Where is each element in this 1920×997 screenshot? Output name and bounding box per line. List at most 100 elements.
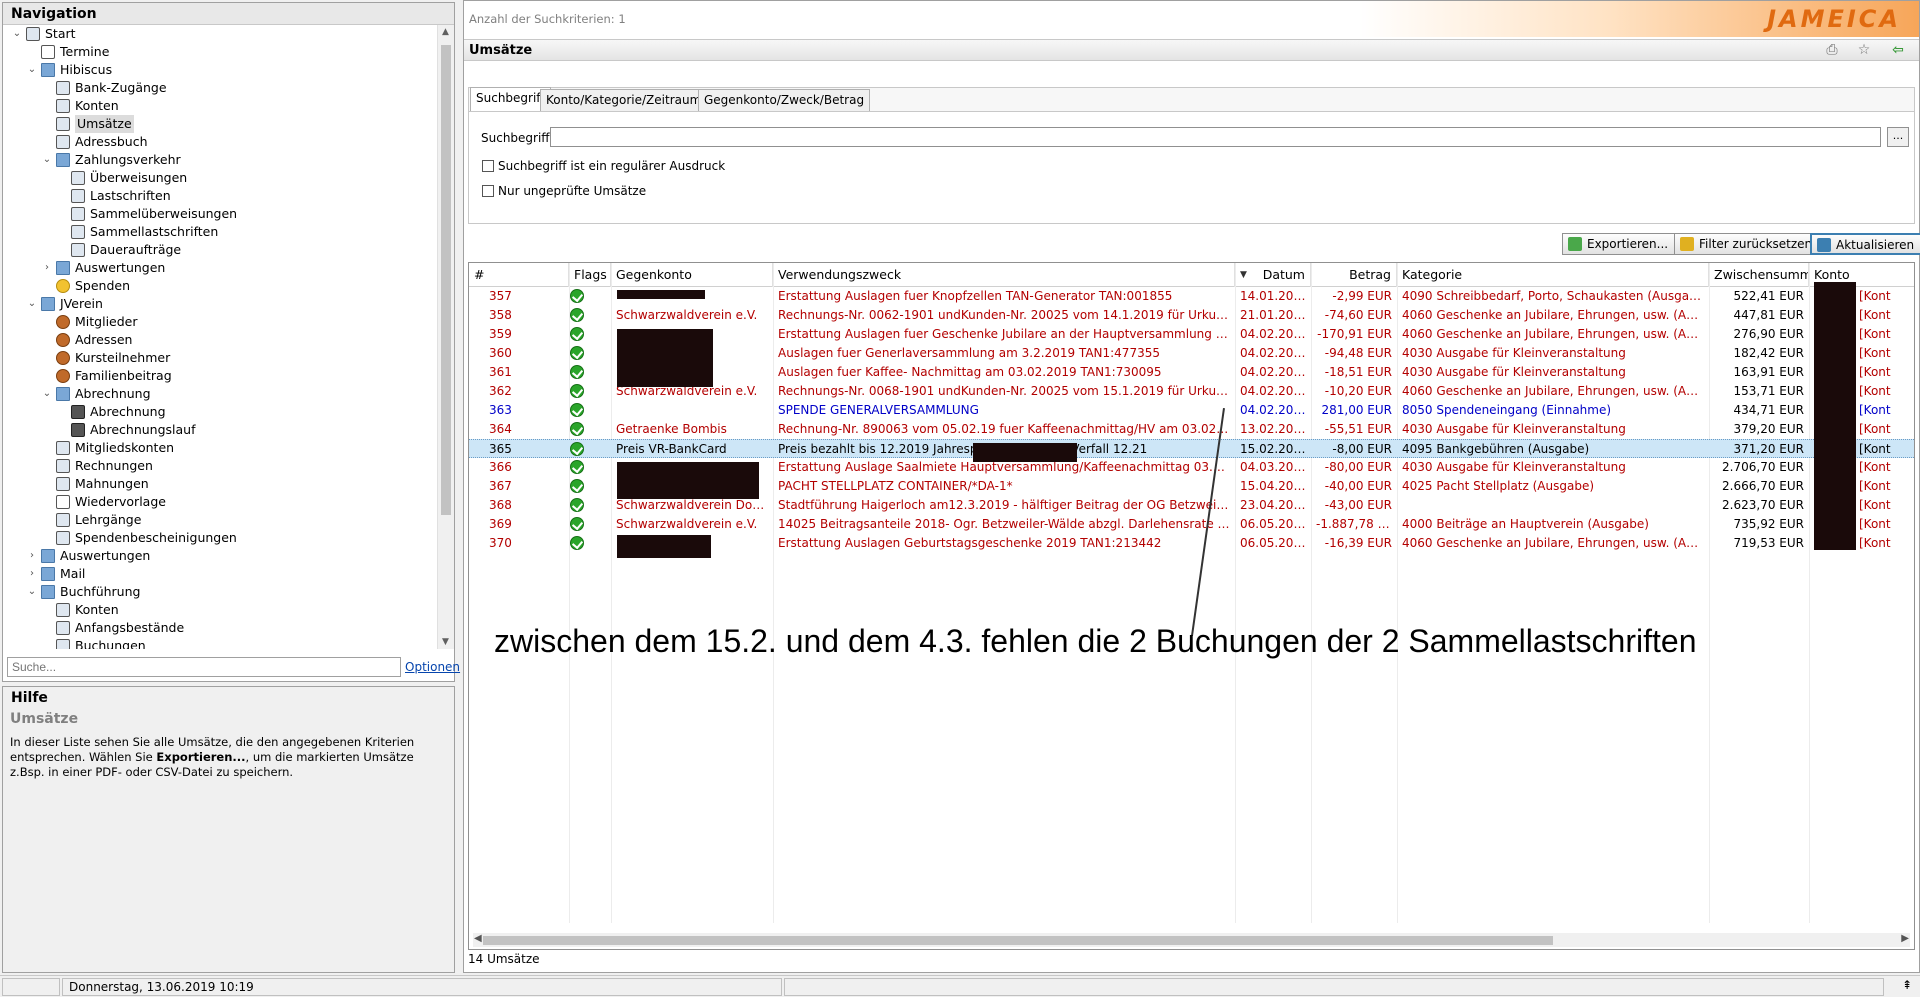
table-row[interactable]: 358 Schwarzwaldverein e.V. Rechnungs-Nr. 0…	[469, 306, 1914, 325]
scrollbar-thumb[interactable]	[483, 936, 1553, 945]
nav-item[interactable]: ⌄ Buchführung	[3, 583, 439, 601]
nav-item[interactable]: ⌄ Abrechnung	[3, 385, 439, 403]
nav-item[interactable]: Sammellastschriften	[3, 223, 439, 241]
nav-item[interactable]: › Auswertungen	[3, 547, 439, 565]
expand-chevron-icon[interactable]: ›	[26, 547, 38, 565]
cell-verwendungszweck: Stadtführung Haigerloch am12.3.2019 - hä…	[778, 498, 1235, 512]
collapse-chevron-icon[interactable]: ⌄	[11, 25, 23, 43]
bookmark-star-icon[interactable]: ☆	[1855, 42, 1873, 58]
nav-item[interactable]: Sammelüberweisungen	[3, 205, 439, 223]
reset-filter-button-label: Filter zurücksetzen	[1699, 237, 1813, 251]
nav-item[interactable]: Familienbeitrag	[3, 367, 439, 385]
cell-kategorie: 4060 Geschenke an Jubilare, Ehrungen, us…	[1402, 327, 1709, 341]
table-row[interactable]: 363 SPENDE GENERALVERSAMMLUNG 04.02.2019 28…	[469, 401, 1914, 420]
nav-item[interactable]: Anfangsbestände	[3, 619, 439, 637]
tab-gegenkonto-zweck-betrag[interactable]: Gegenkonto/Zweck/Betrag	[698, 89, 871, 111]
transaction-count: 14 Umsätze	[468, 952, 540, 966]
options-link[interactable]: Optionen	[405, 660, 460, 674]
nav-item[interactable]: Umsätze	[3, 115, 439, 133]
search-term-input[interactable]	[550, 127, 1881, 147]
horizontal-scrollbar[interactable]: ◀ ▶	[473, 933, 1910, 947]
column-header-datum[interactable]: ▼ Datum	[1235, 263, 1311, 287]
collapse-chevron-icon[interactable]: ⌄	[41, 385, 53, 403]
column-header-zwischensumme[interactable]: Zwischensumme	[1709, 263, 1809, 287]
expand-chevron-icon[interactable]: ›	[41, 259, 53, 277]
nav-item[interactable]: Adressbuch	[3, 133, 439, 151]
cell-konto: [Kont	[1859, 479, 1891, 493]
refresh-button[interactable]: Aktualisieren	[1810, 233, 1920, 255]
collapse-chevron-icon[interactable]: ⌄	[41, 151, 53, 169]
nav-item[interactable]: Überweisungen	[3, 169, 439, 187]
scrollbar-thumb[interactable]	[441, 45, 451, 515]
nav-item[interactable]: › Auswertungen	[3, 259, 439, 277]
nav-item[interactable]: Adressen	[3, 331, 439, 349]
export-button-label: Exportieren...	[1587, 237, 1669, 251]
column-header-number[interactable]: #	[469, 263, 569, 287]
nav-item[interactable]: Mitglieder	[3, 313, 439, 331]
cell-betrag: -80,00 EUR	[1324, 460, 1392, 474]
back-arrow-icon[interactable]: ⇦	[1889, 42, 1907, 58]
table-header: # Flags Gegenkonto Verwendungszweck ▼ Dat…	[469, 263, 1914, 287]
navigation-title: Navigation	[3, 3, 454, 25]
column-header-verwendungszweck[interactable]: Verwendungszweck	[773, 263, 1235, 287]
nav-item[interactable]: Lastschriften	[3, 187, 439, 205]
nav-item[interactable]: Daueraufträge	[3, 241, 439, 259]
nav-item[interactable]: Lehrgänge	[3, 511, 439, 529]
collapse-chevron-icon[interactable]: ⌄	[26, 583, 38, 601]
nav-item[interactable]: Rechnungen	[3, 457, 439, 475]
nav-item[interactable]: Konten	[3, 97, 439, 115]
table-row[interactable]: 369 Schwarzwaldverein e.V. 14025 Beitragsa…	[469, 515, 1914, 534]
navigation-scrollbar[interactable]: ▲ ▼	[437, 25, 454, 649]
table-row[interactable]: 365 Preis VR-BankCard Preis bezahlt bis 12…	[469, 439, 1914, 458]
calendar-icon	[56, 495, 70, 509]
navigation-search-input[interactable]	[7, 657, 401, 677]
regex-checkbox[interactable]	[482, 160, 494, 172]
export-button[interactable]: Exportieren...	[1562, 233, 1676, 255]
nav-item[interactable]: ⌄ Start	[3, 25, 439, 43]
collapse-chevron-icon[interactable]: ⌄	[26, 61, 38, 79]
regex-checkbox-row[interactable]: Suchbegriff ist ein regulärer Ausdruck	[482, 159, 725, 173]
scroll-right-icon[interactable]: ▶	[1901, 933, 1909, 944]
cell-number: 359	[489, 327, 512, 341]
scroll-down-icon[interactable]: ▼	[442, 637, 449, 647]
cell-number: 367	[489, 479, 512, 493]
nav-item[interactable]: Konten	[3, 601, 439, 619]
nav-item[interactable]: Abrechnungslauf	[3, 421, 439, 439]
nav-item[interactable]: Mitgliedskonten	[3, 439, 439, 457]
nav-item[interactable]: Mahnungen	[3, 475, 439, 493]
tab-suchbegriff[interactable]: Suchbegriff	[470, 87, 551, 111]
column-header-gegenkonto[interactable]: Gegenkonto	[611, 263, 773, 287]
nav-item[interactable]: Wiedervorlage	[3, 493, 439, 511]
scroll-up-icon[interactable]: ▲	[442, 27, 449, 37]
scroll-left-icon[interactable]: ◀	[474, 933, 482, 944]
nav-item[interactable]: Bank-Zugänge	[3, 79, 439, 97]
nav-item[interactable]: Spenden	[3, 277, 439, 295]
column-header-kategorie[interactable]: Kategorie	[1397, 263, 1709, 287]
browse-button[interactable]: ...	[1887, 127, 1909, 147]
family-icon	[56, 369, 70, 383]
nav-item[interactable]: › Mail	[3, 565, 439, 583]
print-icon[interactable]: ⎙	[1823, 42, 1841, 58]
nav-item[interactable]: ⌄ JVerein	[3, 295, 439, 313]
column-header-flags[interactable]: Flags	[569, 263, 611, 287]
unchecked-only-checkbox[interactable]	[482, 185, 494, 197]
column-header-betrag[interactable]: Betrag	[1311, 263, 1397, 287]
expand-up-icon[interactable]: ⇞	[1902, 978, 1912, 992]
expand-chevron-icon[interactable]: ›	[26, 565, 38, 583]
nav-item[interactable]: ⌄ Zahlungsverkehr	[3, 151, 439, 169]
tab-konto-kategorie-zeitraum[interactable]: Konto/Kategorie/Zeitraum	[540, 89, 708, 111]
nav-item[interactable]: Termine	[3, 43, 439, 61]
collapse-chevron-icon[interactable]: ⌄	[26, 295, 38, 313]
nav-item[interactable]: Spendenbescheinigungen	[3, 529, 439, 547]
nav-item[interactable]: Abrechnung	[3, 403, 439, 421]
reset-filter-button[interactable]: Filter zurücksetzen	[1674, 233, 1820, 255]
cell-gegenkonto: Getraenke Bombis	[616, 422, 727, 436]
nav-item[interactable]: Kursteilnehmer	[3, 349, 439, 367]
cell-konto: [Kont	[1859, 365, 1891, 379]
unchecked-only-checkbox-row[interactable]: Nur ungeprüfte Umsätze	[482, 184, 646, 198]
checked-flag-icon	[570, 517, 584, 531]
table-row[interactable]: 364 Getraenke Bombis Rechnung-Nr. 890063 v…	[469, 420, 1914, 439]
nav-item[interactable]: ⌄ Hibiscus	[3, 61, 439, 79]
cell-zwischensumme: 379,20 EUR	[1733, 422, 1804, 436]
nav-item[interactable]: Buchungen	[3, 637, 439, 649]
